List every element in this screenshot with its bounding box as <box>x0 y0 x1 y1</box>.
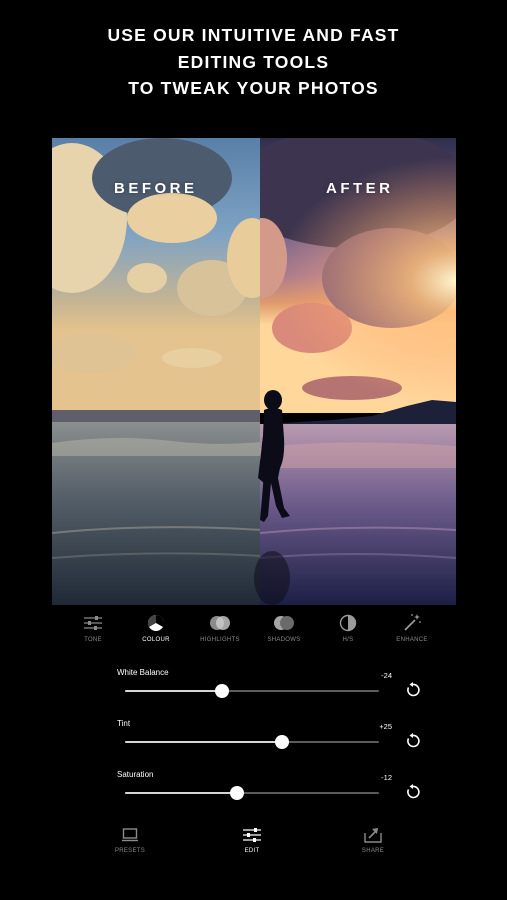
before-label: BEFORE <box>114 180 198 197</box>
reset-icon[interactable] <box>405 733 421 749</box>
tool-highlights[interactable]: HIGHLIGHTS <box>185 612 255 643</box>
tool-enhance-label: ENHANCE <box>396 637 428 643</box>
nav-edit[interactable]: EDIT <box>212 826 292 854</box>
headline-line-3: TO TWEAK YOUR PHOTOS <box>128 78 379 98</box>
tool-colour-label: COLOUR <box>142 637 170 643</box>
nav-edit-label: EDIT <box>244 848 260 854</box>
share-icon <box>333 826 413 844</box>
tool-hs[interactable]: H/S <box>313 612 383 643</box>
slider-fill <box>125 792 237 794</box>
slider-label: Saturation <box>117 770 154 779</box>
tool-bar: TONE COLOUR HIGHLIGHTS SHADOWS H/S ENHAN… <box>52 612 456 652</box>
nav-share-label: SHARE <box>361 848 385 854</box>
slider-value: +25 <box>379 722 392 731</box>
tool-shadows[interactable]: SHADOWS <box>249 612 319 643</box>
before-after-photo[interactable] <box>52 138 456 605</box>
slider-saturation: Saturation -12 <box>117 770 422 810</box>
slider-white-balance: White Balance -24 <box>117 668 422 708</box>
slider-knob[interactable] <box>214 684 229 698</box>
slider-fill <box>125 690 222 692</box>
tool-hs-label: H/S <box>342 637 354 643</box>
slider-knob[interactable] <box>229 786 244 800</box>
headline: USE OUR INTUITIVE AND FAST EDITING TOOLS… <box>0 22 507 102</box>
nav-presets-label: PRESETS <box>114 848 146 854</box>
presets-icon <box>90 826 170 844</box>
reset-icon[interactable] <box>405 682 421 698</box>
headline-line-2: EDITING TOOLS <box>177 51 330 72</box>
headline-line-1: USE OUR INTUITIVE AND FAST <box>107 25 400 45</box>
half-circle-icon <box>313 612 383 634</box>
slider-knob[interactable] <box>275 735 290 749</box>
slider-track[interactable] <box>125 684 379 698</box>
slider-fill <box>125 741 283 743</box>
reset-icon[interactable] <box>405 784 421 800</box>
highlights-icon <box>185 612 255 634</box>
slider-value: -24 <box>381 671 392 680</box>
slider-tint: Tint +25 <box>117 719 422 759</box>
tool-highlights-label: HIGHLIGHTS <box>200 637 240 643</box>
slider-label: White Balance <box>117 668 169 677</box>
edit-sliders-icon <box>212 826 292 844</box>
bottom-nav: PRESETS EDIT SHARE <box>0 826 507 858</box>
slider-track[interactable] <box>125 735 379 749</box>
tool-shadows-label: SHADOWS <box>267 637 301 643</box>
after-label: AFTER <box>326 180 394 197</box>
nav-share[interactable]: SHARE <box>333 826 413 854</box>
tool-tone[interactable]: TONE <box>58 612 128 643</box>
slider-track[interactable] <box>125 786 379 800</box>
shadows-icon <box>249 612 319 634</box>
tool-colour[interactable]: COLOUR <box>121 612 191 643</box>
tool-tone-label: TONE <box>84 637 102 643</box>
colour-wheel-icon <box>121 612 191 634</box>
nav-presets[interactable]: PRESETS <box>90 826 170 854</box>
slider-value: -12 <box>381 773 392 782</box>
tool-enhance[interactable]: ENHANCE <box>377 612 447 643</box>
slider-label: Tint <box>117 719 131 728</box>
magic-wand-icon <box>377 612 447 634</box>
sliders-icon <box>58 612 128 634</box>
